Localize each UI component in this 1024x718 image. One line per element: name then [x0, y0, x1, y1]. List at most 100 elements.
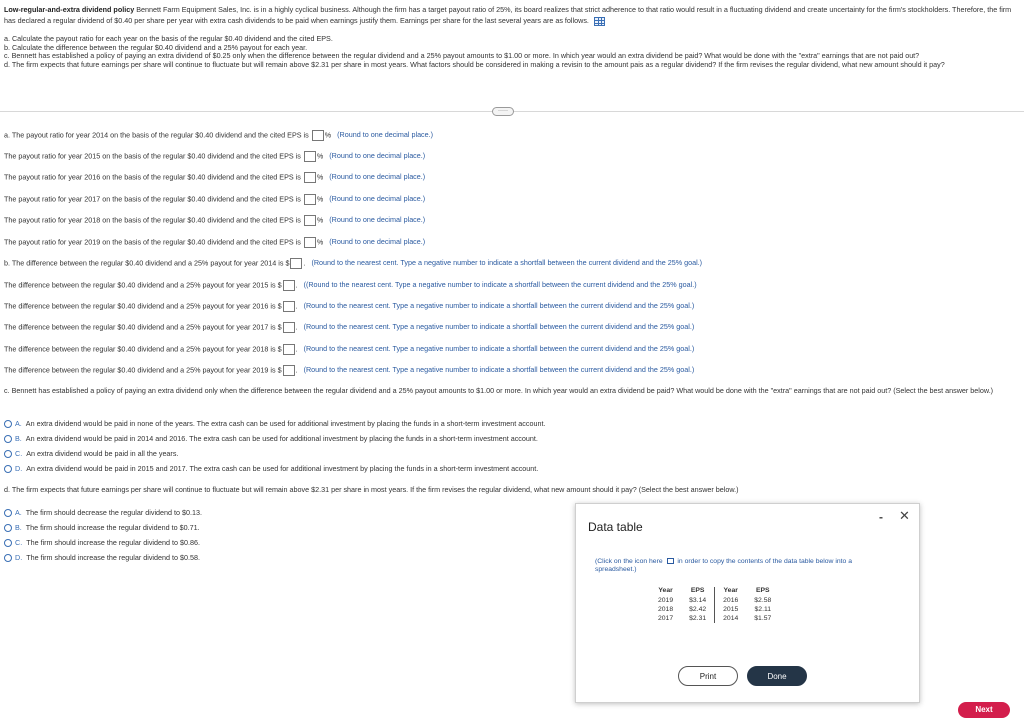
answer-input-a-2018[interactable]	[303, 215, 316, 226]
option-letter: B.	[15, 434, 22, 443]
dialog-title: Data table	[588, 520, 643, 534]
copy-table-icon[interactable]	[666, 558, 674, 565]
hint-text: (Round to one decimal place.)	[337, 130, 434, 140]
answer-input-a-2016[interactable]	[303, 172, 316, 183]
eps-table: Year EPS Year EPS 2019 $3.14 2016 $2.58 …	[650, 587, 779, 623]
radio-button[interactable]	[4, 464, 12, 473]
table-cell: 2014	[723, 614, 739, 622]
option-text: An extra dividend would be paid in 2015 …	[26, 464, 539, 473]
table-header-row: Year EPS Year EPS	[650, 587, 779, 596]
hint-text: ((Round to the nearest cent. Type a nega…	[303, 280, 697, 290]
row-suffix: .	[295, 322, 298, 332]
table-cell: $2.31	[681, 613, 716, 623]
row-suffix: .	[295, 301, 298, 311]
table-cell: $2.42	[681, 604, 716, 614]
table-cell: $3.14	[681, 595, 716, 605]
answer-input-b-2019[interactable]	[282, 365, 295, 376]
option-text: The firm should decrease the regular div…	[25, 508, 202, 517]
row-prompt: a. The payout ratio for year 2014 on the…	[4, 130, 309, 140]
row-prompt: b. The difference between the regular $0…	[4, 258, 290, 268]
part-a-row-2016: The payout ratio for year 2016 on the ba…	[4, 172, 425, 183]
part-a-row-2017: The payout ratio for year 2017 on the ba…	[4, 194, 425, 205]
print-button[interactable]: Print	[678, 666, 738, 686]
part-c-option-c[interactable]: C. An extra dividend would be paid in al…	[4, 449, 178, 458]
answer-input-b-2015[interactable]	[282, 280, 295, 291]
part-d-option-c[interactable]: C. The firm should increase the regular …	[4, 538, 200, 547]
hint-text: (Round to one decimal place.)	[329, 172, 426, 182]
row-prompt: The payout ratio for year 2016 on the ba…	[4, 172, 301, 182]
hint-text: (Round to one decimal place.)	[329, 151, 426, 161]
unit-label: %	[316, 151, 324, 161]
hint-text: (Round to the nearest cent. Type a negat…	[303, 322, 695, 332]
question-d: d. The firm expects that future earnings…	[4, 59, 945, 69]
option-letter: D.	[15, 553, 23, 562]
unit-label: %	[316, 194, 324, 204]
next-button[interactable]: Next	[958, 702, 1010, 718]
part-b-row-2017: The difference between the regular $0.40…	[4, 322, 694, 333]
part-a-row-2014: a. The payout ratio for year 2014 on the…	[4, 130, 433, 141]
row-prompt: The difference between the regular $0.40…	[4, 344, 282, 354]
table-cell: 2016	[723, 596, 739, 604]
unit-label: %	[316, 172, 324, 182]
part-c-option-b[interactable]: B. An extra dividend would be paid in 20…	[4, 434, 538, 443]
part-b-row-2016: The difference between the regular $0.40…	[4, 301, 694, 312]
radio-button[interactable]	[4, 538, 12, 547]
part-d-option-b[interactable]: B. The firm should increase the regular …	[4, 523, 200, 532]
answer-input-a-2015[interactable]	[303, 151, 316, 162]
radio-button[interactable]	[4, 553, 12, 562]
question-list: a. Calculate the payout ratio for each y…	[4, 34, 1020, 69]
part-a-row-2015: The payout ratio for year 2015 on the ba…	[4, 151, 425, 162]
table-header: EPS	[681, 587, 716, 596]
close-icon[interactable]: ✕	[899, 508, 910, 525]
part-c-option-d[interactable]: D. An extra dividend would be paid in 20…	[4, 464, 538, 473]
answer-input-b-2018[interactable]	[282, 344, 295, 355]
table-cell: $2.11	[754, 605, 772, 613]
table-row: 2017 $2.31 2014 $1.57	[650, 613, 779, 623]
row-prompt: The difference between the regular $0.40…	[4, 365, 282, 375]
hint-text: (Round to the nearest cent. Type a negat…	[303, 365, 695, 375]
answer-input-b-2014[interactable]	[290, 258, 303, 269]
radio-button[interactable]	[4, 523, 12, 532]
row-prompt: The difference between the regular $0.40…	[4, 322, 282, 332]
done-button[interactable]: Done	[747, 666, 807, 686]
radio-button[interactable]	[4, 508, 12, 517]
radio-button[interactable]	[4, 434, 12, 443]
part-c-option-a[interactable]: A. An extra dividend would be paid in no…	[4, 419, 545, 428]
option-text: An extra dividend would be paid in none …	[25, 419, 546, 428]
row-prompt: The payout ratio for year 2019 on the ba…	[4, 237, 301, 247]
radio-button[interactable]	[4, 419, 12, 428]
problem-text: Bennett Farm Equipment Sales, Inc. is in…	[4, 5, 1012, 25]
table-cell: $2.58	[754, 596, 772, 604]
answer-input-a-2019[interactable]	[303, 237, 316, 248]
answer-input-b-2016[interactable]	[282, 301, 295, 312]
hint-text: (Round to one decimal place.)	[329, 194, 426, 204]
hint-text: (Round to the nearest cent. Type a negat…	[303, 344, 695, 354]
part-b-row-2014: b. The difference between the regular $0…	[4, 258, 702, 269]
minimize-icon[interactable]: -	[879, 510, 883, 526]
row-prompt: The payout ratio for year 2018 on the ba…	[4, 215, 301, 225]
answer-input-a-2014[interactable]	[311, 130, 324, 141]
table-row: 2018 $2.42 2015 $2.11	[650, 604, 779, 614]
data-table-icon[interactable]	[593, 16, 605, 26]
problem-intro: Low-regular-and-extra dividend policy Be…	[4, 4, 1020, 26]
data-table-dialog: Data table - ✕ (Click on the icon here i…	[575, 503, 920, 703]
option-text: The firm should increase the regular div…	[25, 523, 200, 532]
answer-input-b-2017[interactable]	[282, 322, 295, 333]
expand-more-button[interactable]: ·····	[492, 107, 514, 116]
answer-input-a-2017[interactable]	[303, 194, 316, 205]
unit-label: %	[316, 215, 324, 225]
option-text: The firm should increase the regular div…	[26, 553, 200, 562]
part-d-option-d[interactable]: D. The firm should increase the regular …	[4, 553, 200, 562]
unit-label: %	[316, 237, 324, 247]
radio-button[interactable]	[4, 449, 12, 458]
table-cell: 2015	[723, 605, 739, 613]
hint-text: (Round to the nearest cent. Type a negat…	[311, 258, 703, 268]
part-b-row-2018: The difference between the regular $0.40…	[4, 344, 694, 355]
problem-title: Low-regular-and-extra dividend policy	[4, 5, 135, 14]
table-cell: $1.57	[754, 614, 772, 622]
copy-note: (Click on the icon here in order to copy…	[595, 558, 885, 574]
table-header: Year	[723, 587, 738, 594]
option-letter: B.	[15, 523, 22, 532]
part-d-option-a[interactable]: A. The firm should decrease the regular …	[4, 508, 202, 517]
option-text: An extra dividend would be paid in 2014 …	[25, 434, 538, 443]
